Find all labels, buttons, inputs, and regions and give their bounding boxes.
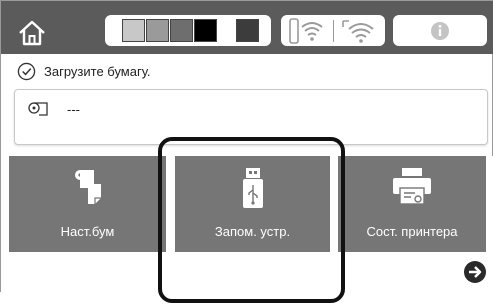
highlight-frame <box>158 137 345 303</box>
tile-paper-setting[interactable]: Наст.бум <box>9 156 166 252</box>
ink-levels-button[interactable] <box>105 15 271 46</box>
wifi-icon <box>341 19 374 43</box>
wifi-direct-icon <box>288 17 323 44</box>
divider <box>332 19 334 42</box>
tile-label: Наст.бум <box>60 224 115 239</box>
ink-cartridge <box>146 19 169 42</box>
ink-cartridge <box>194 19 217 42</box>
status-bar <box>1 1 493 54</box>
check-circle-icon <box>17 62 36 80</box>
info-icon <box>431 21 449 40</box>
home-button[interactable] <box>11 17 53 49</box>
status-message: Загрузите бумагу. <box>44 63 151 79</box>
tile-label: Сост. принтера <box>366 224 458 239</box>
ink-cartridge <box>122 19 145 42</box>
home-icon <box>19 20 45 46</box>
info-button[interactable] <box>393 15 487 46</box>
paper-value: --- <box>67 102 80 117</box>
network-status-button[interactable] <box>281 15 385 46</box>
ink-cartridge <box>170 19 193 42</box>
printer-status-icon <box>393 168 431 205</box>
tile-printer-status[interactable]: Сост. принтера <box>338 156 486 252</box>
message-bar: Загрузите бумагу. <box>1 57 493 85</box>
paper-roll-icon <box>28 102 48 116</box>
paper-setting-icon <box>74 170 101 204</box>
ink-cartridge <box>236 19 259 42</box>
arrow-right-circle-icon[interactable] <box>463 260 487 284</box>
